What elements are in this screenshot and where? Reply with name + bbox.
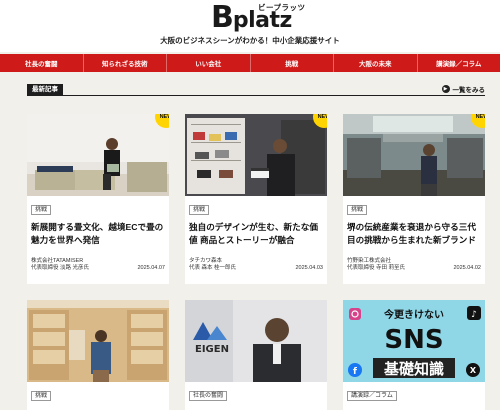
category-tag[interactable]: 挑戦 <box>189 205 210 215</box>
article-date: 2025.04.07 <box>137 265 165 271</box>
main-nav: 社長の奮闘 知られざる技術 いい会社 挑戦 大阪の未来 講演録／コラム <box>0 54 500 72</box>
nav-item-iikaisha[interactable]: いい会社 <box>167 54 251 72</box>
category-tag[interactable]: 挑戦 <box>31 391 52 401</box>
category-tag[interactable]: 講演録／コラム <box>347 391 397 401</box>
sns-image-text-3: 基礎知識 <box>383 360 444 378</box>
nav-item-chosen[interactable]: 挑戦 <box>251 54 334 72</box>
article-company: タチカワ森本 <box>189 258 223 264</box>
svg-text:f: f <box>353 367 357 377</box>
section-divider <box>27 95 485 96</box>
article-thumbnail[interactable]: NEW <box>27 114 169 196</box>
svg-text:X: X <box>470 366 477 375</box>
article-card[interactable]: NEW 挑戦 独自のデザインが生む、新たな価値 商品とストーリーが融合 タチカワ… <box>185 114 327 284</box>
article-person: 代表 森本 桂一郎氏 <box>189 265 237 271</box>
category-tag[interactable]: 挑戦 <box>347 205 368 215</box>
article-card[interactable]: EIGEN 社長の奮闘 <box>185 300 327 410</box>
article-thumbnail[interactable]: EIGEN <box>185 300 327 382</box>
article-card[interactable]: NEW 挑戦 堺の伝統産業を衰退から守る三代目の挑戦から生まれた新ブランド 竹野… <box>343 114 485 284</box>
sns-image-text-2: SNS <box>384 325 443 355</box>
latest-articles-header: 最新記事 ▶ 一覧をみる <box>27 84 485 96</box>
article-date: 2025.04.03 <box>295 265 323 271</box>
view-all-label: 一覧をみる <box>452 87 486 94</box>
article-date: 2025.04.02 <box>453 265 481 271</box>
nav-item-column[interactable]: 講演録／コラム <box>418 54 500 72</box>
category-tag[interactable]: 挑戦 <box>31 205 52 215</box>
logo-kana: ビープラッツ <box>258 3 306 12</box>
nav-item-shacho[interactable]: 社長の奮闘 <box>0 54 84 72</box>
article-card[interactable]: ♪ f X 今更きけない SNS 基礎知識 講演録／コラム <box>343 300 485 410</box>
article-title[interactable]: 堺の伝統産業を衰退から守る三代目の挑戦から生まれた新ブランド <box>347 221 481 247</box>
article-thumbnail[interactable] <box>27 300 169 382</box>
article-company: 竹野染工株式会社 <box>347 258 392 264</box>
article-thumbnail[interactable]: ♪ f X 今更きけない SNS 基礎知識 <box>343 300 485 382</box>
site-header: B platz ビープラッツ 大阪のビジネスシーンがわかる！中小企業応援サイト <box>0 0 500 52</box>
company-logo-text: EIGEN <box>195 344 229 355</box>
category-tag[interactable]: 社長の奮闘 <box>189 391 228 401</box>
site-tagline: 大阪のビジネスシーンがわかる！中小企業応援サイト <box>160 36 340 45</box>
article-thumbnail[interactable]: NEW <box>185 114 327 196</box>
logo-b: B <box>211 0 234 35</box>
article-person: 代表取締役 淡路 光彦氏 <box>31 265 90 271</box>
nav-item-gijutsu[interactable]: 知られざる技術 <box>84 54 167 72</box>
sns-image-text-1: 今更きけない <box>383 308 444 321</box>
article-thumbnail[interactable]: NEW <box>343 114 485 196</box>
article-card[interactable]: NEW 挑戦 新展開する畳文化、越境ECで畳の魅力を世界へ発信 株式会社TATA… <box>27 114 169 284</box>
arrow-right-icon: ▶ <box>441 85 450 93</box>
article-company: 株式会社TATAMISER <box>31 258 84 264</box>
article-card[interactable]: 挑戦 <box>27 300 169 410</box>
nav-item-osaka-mirai[interactable]: 大阪の未来 <box>334 54 418 72</box>
article-title[interactable]: 新展開する畳文化、越境ECで畳の魅力を世界へ発信 <box>31 221 165 247</box>
section-title: 最新記事 <box>27 84 63 95</box>
article-person: 代表取締役 寺田 莉至氏 <box>347 265 406 271</box>
instagram-icon <box>349 308 361 320</box>
svg-text:♪: ♪ <box>471 310 477 320</box>
article-title[interactable]: 独自のデザインが生む、新たな価値 商品とストーリーが融合 <box>189 221 323 247</box>
view-all-link[interactable]: ▶ 一覧をみる <box>441 84 486 94</box>
